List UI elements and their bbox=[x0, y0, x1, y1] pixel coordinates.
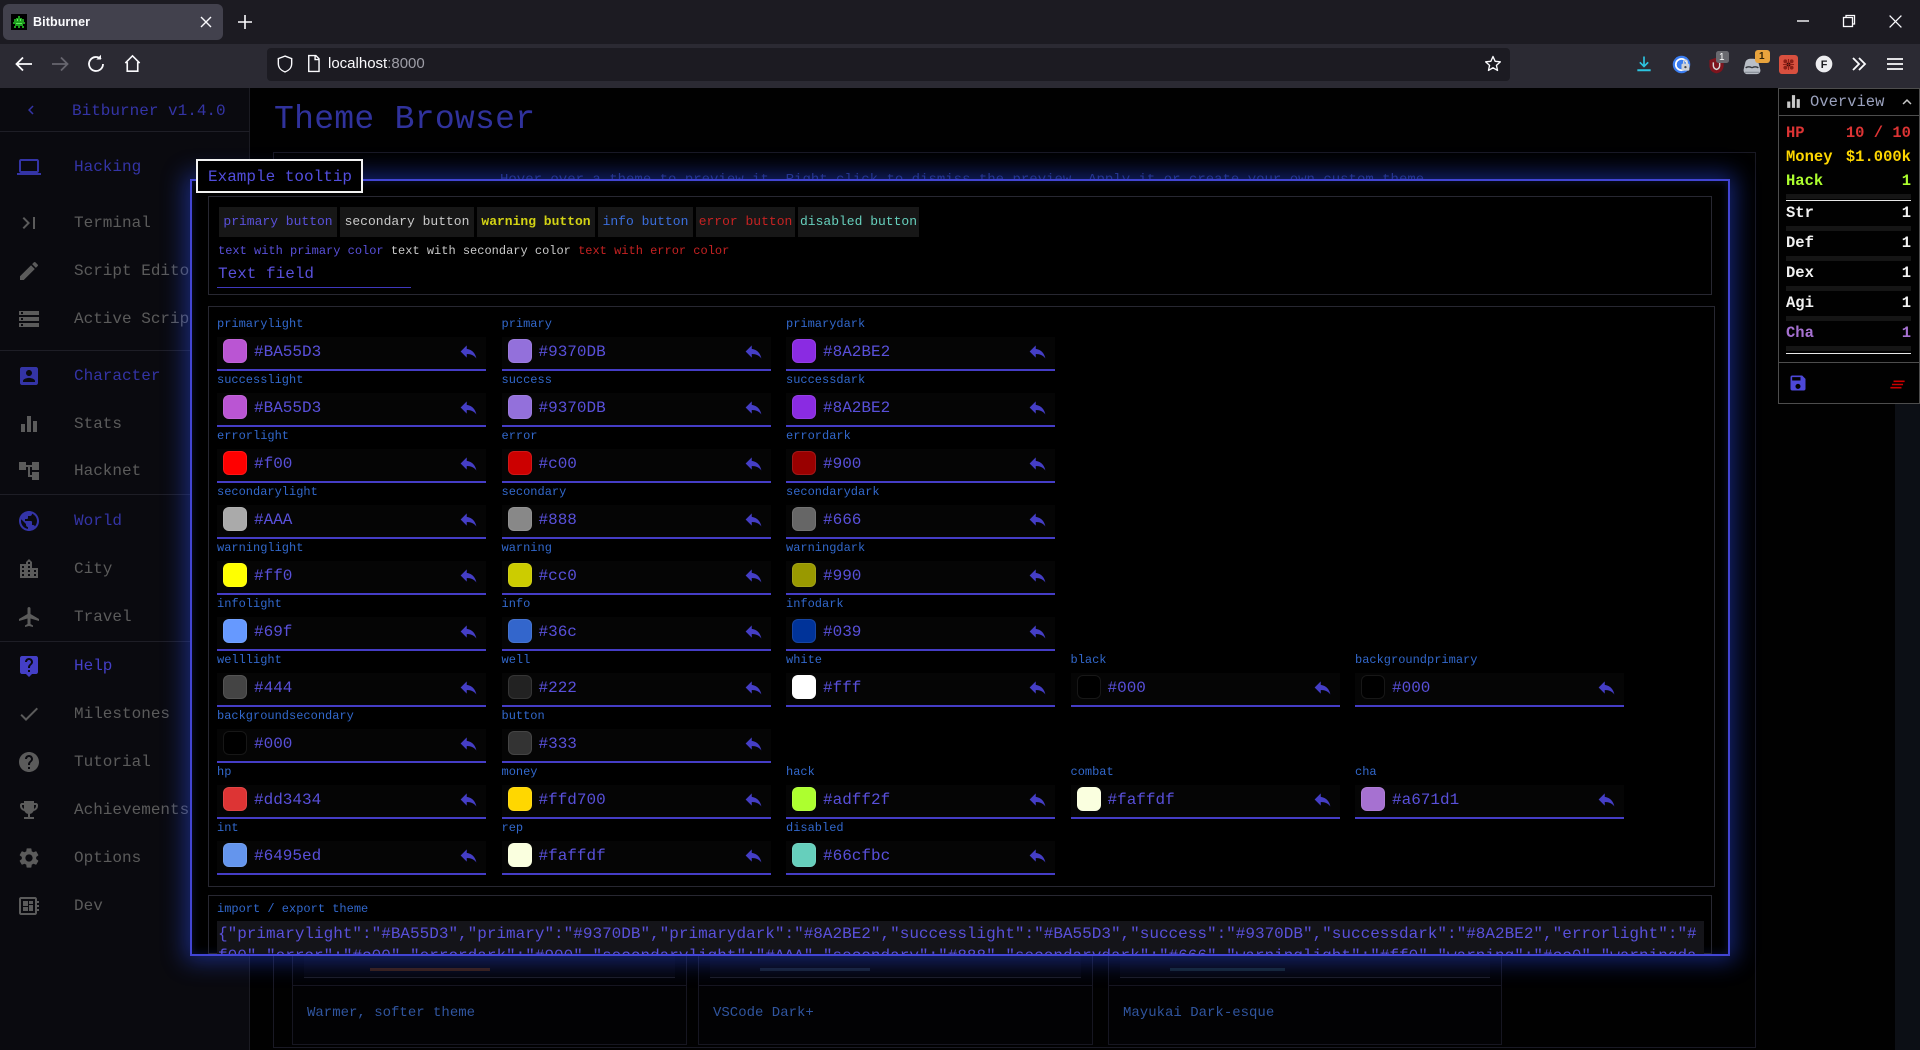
svg-text:F: F bbox=[1821, 59, 1828, 71]
